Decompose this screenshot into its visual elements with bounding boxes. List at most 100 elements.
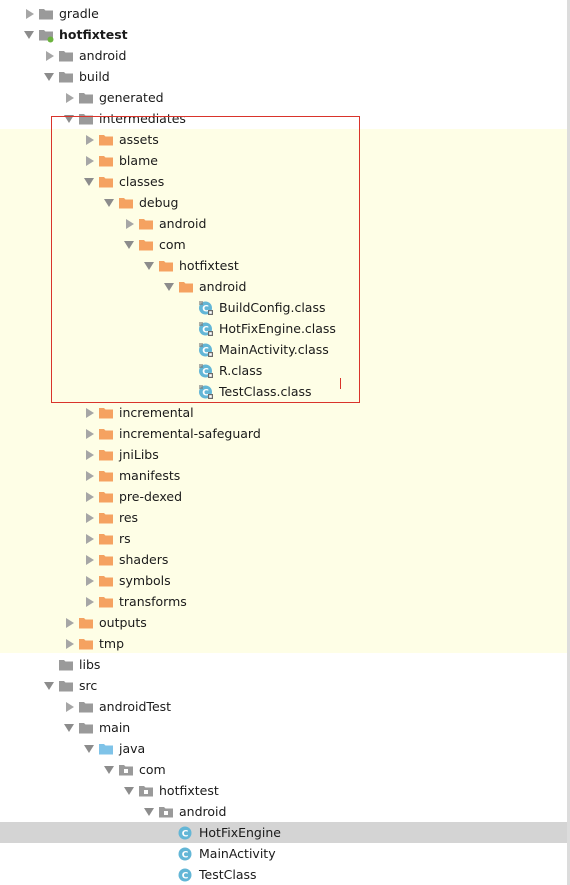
- tree-item-label: outputs: [99, 615, 147, 630]
- collapse-arrow-icon[interactable]: [20, 24, 38, 45]
- tree-item-label: pre-dexed: [119, 489, 183, 504]
- folder-grey-icon: [78, 699, 94, 715]
- tree-item-label: main: [99, 720, 131, 735]
- expand-arrow-icon[interactable]: [80, 507, 98, 528]
- tree-row-android[interactable]: android: [140, 801, 226, 822]
- tree-row-res[interactable]: res: [80, 507, 138, 528]
- collapse-arrow-icon[interactable]: [60, 717, 78, 738]
- folder-grey-icon: [58, 657, 74, 673]
- tree-row-hotfixengine[interactable]: C HotFixEngine: [160, 822, 281, 843]
- tree-row-generated[interactable]: generated: [60, 87, 164, 108]
- tree-item-label: android: [79, 48, 127, 63]
- expand-arrow-icon[interactable]: [80, 444, 98, 465]
- tree-item-label: generated: [99, 90, 164, 105]
- tree-row-build[interactable]: build: [40, 66, 110, 87]
- expand-arrow-icon[interactable]: [80, 402, 98, 423]
- folder-icon: [98, 405, 114, 421]
- tree-row-hotfixtest[interactable]: hotfixtest: [20, 24, 128, 45]
- tree-item-label: shaders: [119, 552, 169, 567]
- svg-text:C: C: [182, 850, 189, 860]
- folder-grey-icon: [78, 720, 94, 736]
- folder-icon: [98, 552, 114, 568]
- tree-item-label: rs: [119, 531, 131, 546]
- folder-icon: [98, 573, 114, 589]
- tree-item-label: tmp: [99, 636, 125, 651]
- java-class-icon: C: [178, 825, 194, 841]
- tree-item-label: symbols: [119, 573, 171, 588]
- collapse-arrow-icon[interactable]: [120, 780, 138, 801]
- tree-row-gradle[interactable]: gradle: [20, 3, 99, 24]
- tree-row-rs[interactable]: rs: [80, 528, 131, 549]
- tree-item-label: hotfixtest: [159, 783, 219, 798]
- folder-icon: [98, 510, 114, 526]
- tree-row-hotfixtest[interactable]: hotfixtest: [120, 780, 219, 801]
- tree-item-label: TestClass: [199, 867, 257, 882]
- expand-arrow-icon[interactable]: [80, 570, 98, 591]
- folder-icon: [98, 531, 114, 547]
- folder-icon: [98, 489, 114, 505]
- tree-row-incremental-safeguard[interactable]: incremental-safeguard: [80, 423, 261, 444]
- no-arrow-spacer: [160, 843, 178, 864]
- tree-row-incremental[interactable]: incremental: [80, 402, 194, 423]
- tree-row-transforms[interactable]: transforms: [80, 591, 187, 612]
- tree-item-label: HotFixEngine: [199, 825, 281, 840]
- tree-row-com[interactable]: com: [100, 759, 166, 780]
- tree-item-label: hotfixtest: [59, 27, 128, 42]
- folder-grey-icon: [58, 48, 74, 64]
- tree-row-testclass[interactable]: C TestClass: [160, 864, 257, 885]
- tree-row-main[interactable]: main: [60, 717, 130, 738]
- no-arrow-spacer: [160, 864, 178, 885]
- folder-icon: [98, 447, 114, 463]
- tree-row-mainactivity[interactable]: C MainActivity: [160, 843, 276, 864]
- tree-row-java[interactable]: java: [80, 738, 145, 759]
- tree-row-androidtest[interactable]: androidTest: [60, 696, 171, 717]
- expand-arrow-icon[interactable]: [80, 423, 98, 444]
- text-cursor-mark: [340, 378, 341, 389]
- tree-row-outputs[interactable]: outputs: [60, 612, 147, 633]
- collapse-arrow-icon[interactable]: [80, 738, 98, 759]
- expand-arrow-icon[interactable]: [20, 3, 38, 24]
- tree-item-label: build: [79, 69, 110, 84]
- expand-arrow-icon[interactable]: [60, 612, 78, 633]
- expand-arrow-icon[interactable]: [40, 45, 58, 66]
- expand-arrow-icon[interactable]: [80, 486, 98, 507]
- folder-icon: [78, 615, 94, 631]
- tree-row-tmp[interactable]: tmp: [60, 633, 124, 654]
- expand-arrow-icon[interactable]: [80, 528, 98, 549]
- tree-item-label: manifests: [119, 468, 181, 483]
- tree-row-shaders[interactable]: shaders: [80, 549, 168, 570]
- tree-row-jnilibs[interactable]: jniLibs: [80, 444, 159, 465]
- highlight-annotation-box: [51, 116, 360, 403]
- svg-text:C: C: [182, 871, 189, 881]
- expand-arrow-icon[interactable]: [60, 696, 78, 717]
- tree-item-label: java: [119, 741, 146, 756]
- collapse-arrow-icon[interactable]: [40, 675, 58, 696]
- tree-item-label: MainActivity: [199, 846, 276, 861]
- expand-arrow-icon[interactable]: [80, 549, 98, 570]
- tree-row-libs[interactable]: libs: [40, 654, 100, 675]
- module-folder-icon: [38, 27, 54, 43]
- expand-arrow-icon[interactable]: [60, 87, 78, 108]
- expand-arrow-icon[interactable]: [80, 465, 98, 486]
- expand-arrow-icon[interactable]: [80, 591, 98, 612]
- tree-item-label: res: [119, 510, 139, 525]
- java-class-icon: C: [178, 867, 194, 883]
- expand-arrow-icon[interactable]: [60, 633, 78, 654]
- tree-item-label: incremental-safeguard: [119, 426, 261, 441]
- no-arrow-spacer: [40, 654, 58, 675]
- collapse-arrow-icon[interactable]: [140, 801, 158, 822]
- folder-grey-icon: [78, 90, 94, 106]
- collapse-arrow-icon[interactable]: [40, 66, 58, 87]
- tree-row-android[interactable]: android: [40, 45, 126, 66]
- folder-grey-icon: [58, 69, 74, 85]
- tree-row-manifests[interactable]: manifests: [80, 465, 180, 486]
- tree-row-pre-dexed[interactable]: pre-dexed: [80, 486, 182, 507]
- tree-item-label: libs: [79, 657, 101, 672]
- collapse-arrow-icon[interactable]: [100, 759, 118, 780]
- tree-row-symbols[interactable]: symbols: [80, 570, 171, 591]
- tree-row-src[interactable]: src: [40, 675, 97, 696]
- package-icon: [158, 804, 174, 820]
- folder-grey-icon: [58, 678, 74, 694]
- tree-item-label: android: [179, 804, 227, 819]
- folder-icon: [78, 636, 94, 652]
